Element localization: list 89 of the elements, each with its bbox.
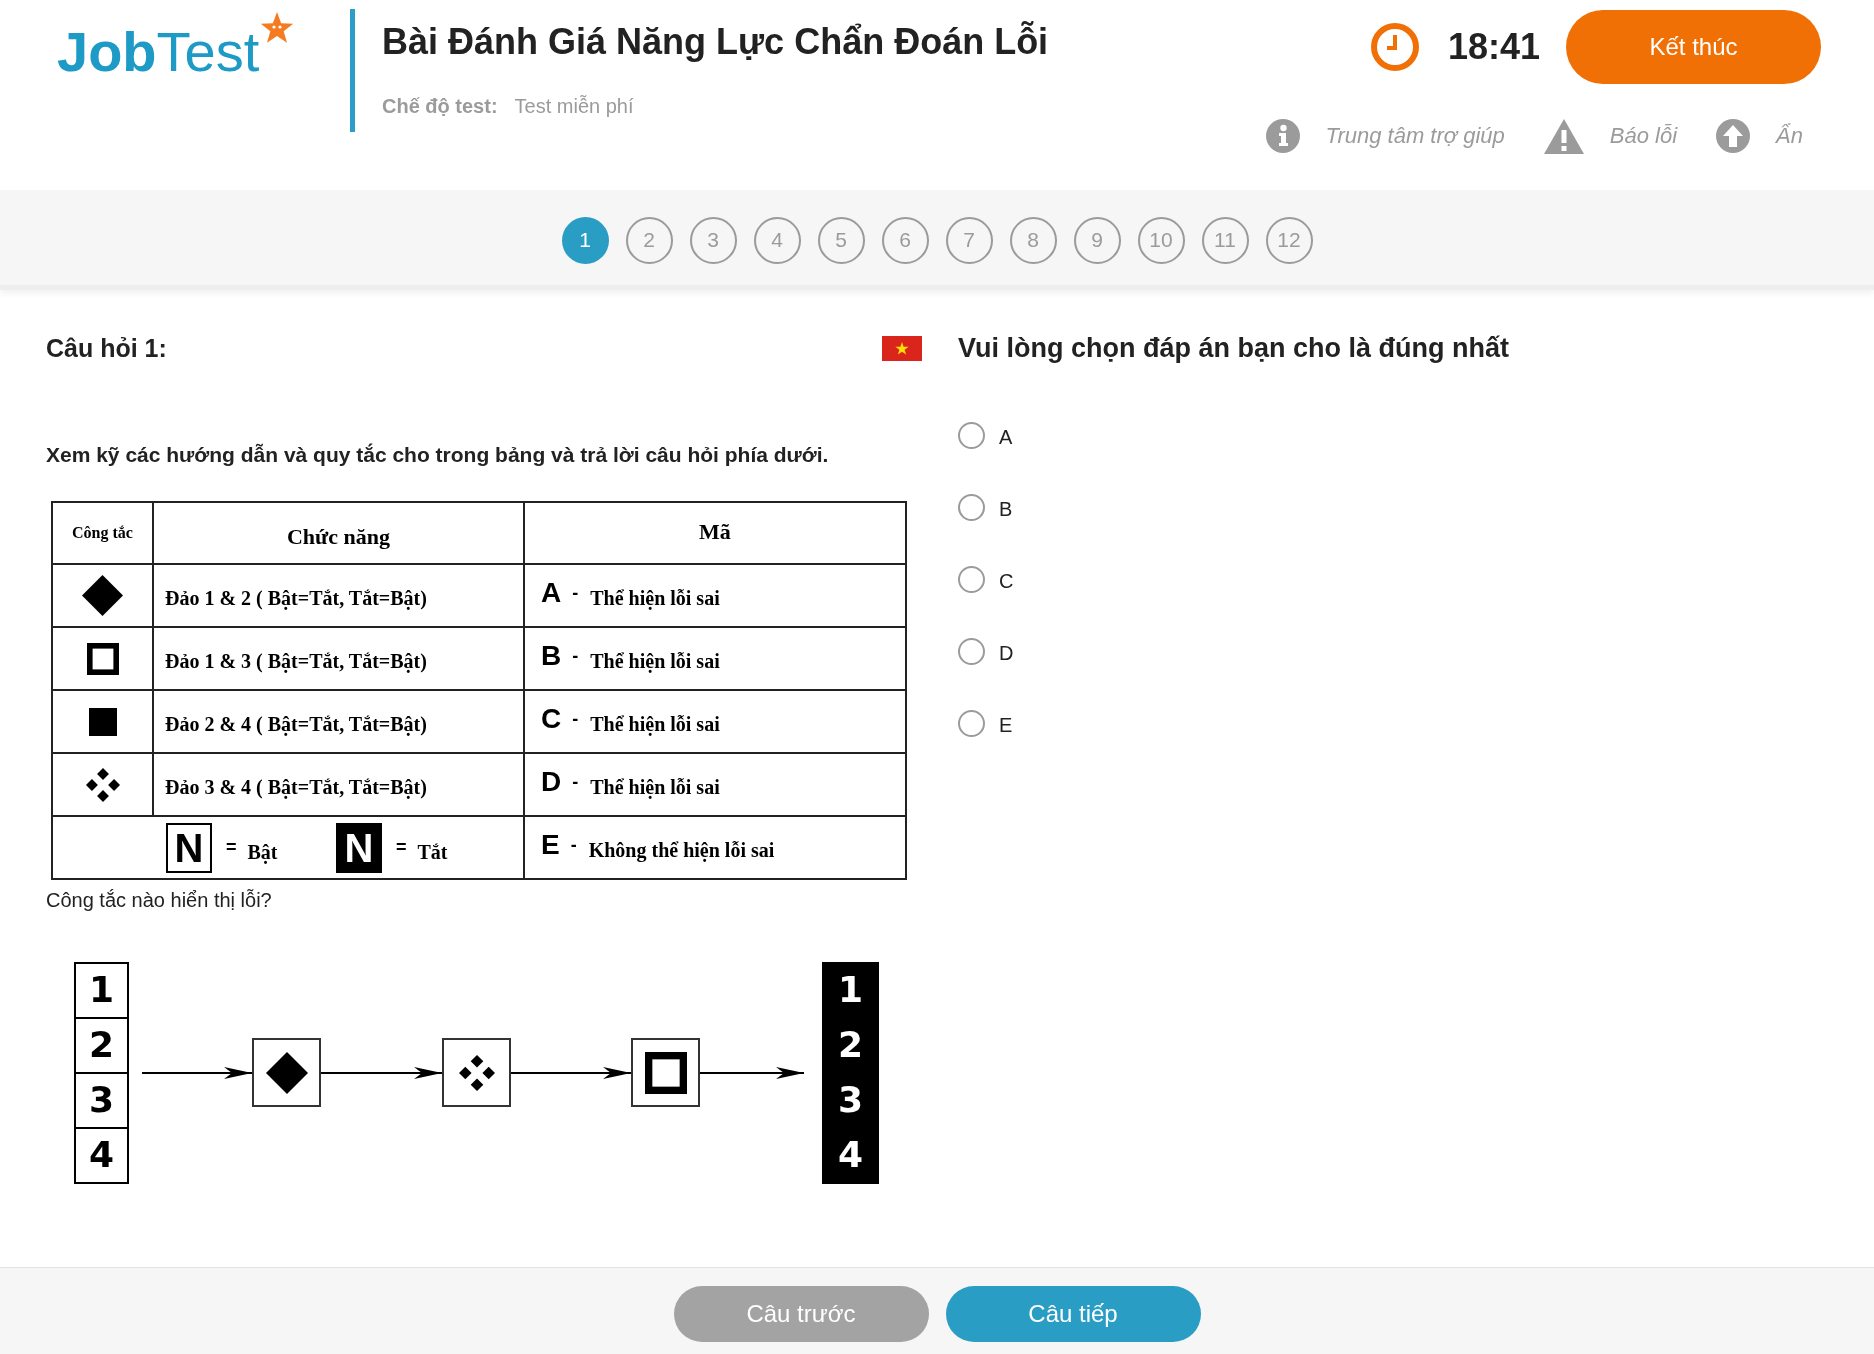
question-number-button[interactable]: 8: [1009, 216, 1057, 264]
question-heading: Câu hỏi 1:: [46, 333, 167, 363]
state-label: Bật: [247, 839, 278, 866]
mode-label: Chế độ test:: [382, 94, 498, 118]
flag-icon[interactable]: [882, 335, 922, 361]
square-outline-icon: [86, 642, 119, 675]
mode-value: Test miễn phí: [514, 94, 634, 118]
dash-text: -: [572, 771, 579, 792]
report-error-link[interactable]: Báo lỗi: [1543, 118, 1678, 154]
question-prompt: Công tắc nào hiển thị lỗi?: [46, 888, 273, 913]
four-diamonds-icon: [85, 767, 120, 802]
bit-cell: 2: [74, 1016, 129, 1074]
equals-sign: =: [226, 836, 237, 859]
question-number-button[interactable]: 1: [561, 216, 609, 264]
help-center-link[interactable]: Trung tâm trợ giúp: [1265, 119, 1505, 153]
radio-button[interactable]: [958, 421, 985, 449]
radio-button[interactable]: [958, 565, 985, 593]
option-label[interactable]: B: [999, 496, 1013, 521]
bit-cell: 4: [74, 1126, 129, 1184]
table-cell: Đảo 3 & 4 ( Bật=Tắt, Tắt=Bật): [153, 753, 524, 816]
column-header: Mã: [524, 502, 906, 564]
option-label[interactable]: E: [999, 712, 1013, 737]
switch-state-box: N: [166, 822, 212, 873]
equals-sign: =: [396, 836, 407, 859]
square-outline-icon: [644, 1051, 687, 1094]
column-header: Chức năng: [153, 502, 524, 564]
code-meaning: Thể hiện lỗi sai: [590, 711, 720, 736]
dash-text: -: [570, 834, 577, 855]
table-cell: Đảo 2 & 4 ( Bật=Tắt, Tắt=Bật): [153, 690, 524, 753]
dash-text: -: [572, 582, 579, 603]
clock-icon: [1370, 23, 1419, 71]
answer-heading: Vui lòng chọn đáp án bạn cho là đúng nhất: [958, 332, 1509, 365]
code-meaning: Không thể hiện lỗi sai: [588, 837, 775, 862]
column-header: Công tắc: [52, 502, 153, 564]
finish-button[interactable]: Kết thúc: [1566, 10, 1821, 84]
radio-button[interactable]: [958, 493, 985, 521]
dash-text: -: [572, 645, 579, 666]
warning-icon: [1543, 118, 1584, 154]
star-icon: [260, 12, 294, 43]
diamond-icon: [82, 575, 123, 616]
switch-state-box: N: [336, 822, 382, 873]
question-number-button[interactable]: 3: [689, 216, 737, 264]
code-meaning: Thể hiện lỗi sai: [590, 585, 720, 610]
arrow-icon: [321, 1064, 442, 1081]
arrow-icon: [700, 1064, 804, 1081]
code-letter: B: [541, 640, 562, 671]
instruction-text: Xem kỹ các hướng dẫn và quy tắc cho trong bảng và trả lời câu hỏi phía dưới.: [46, 442, 830, 468]
state-label: Tắt: [417, 839, 448, 865]
timer-text: 18:41: [1447, 27, 1540, 67]
hide-link[interactable]: Ẩn: [1716, 119, 1803, 153]
code-meaning: Thể hiện lỗi sai: [590, 774, 720, 799]
question-number-button[interactable]: 10: [1137, 216, 1185, 264]
question-number-button[interactable]: 12: [1265, 216, 1313, 264]
option-label[interactable]: A: [999, 424, 1013, 449]
question-number-button[interactable]: 4: [753, 216, 801, 264]
code-letter: E: [541, 829, 560, 860]
code-letter: A: [541, 577, 562, 608]
logo-text[interactable]: JobTest: [57, 24, 260, 80]
table-cell: Đảo 1 & 2 ( Bật=Tắt, Tắt=Bật): [153, 564, 524, 627]
test-title: Bài Đánh Giá Năng Lực Chẩn Đoán Lỗi: [382, 20, 1049, 64]
code-letter: D: [541, 766, 562, 797]
bit-cell: 2: [822, 1016, 879, 1074]
code-letter: C: [541, 703, 562, 734]
info-icon: [1265, 119, 1300, 153]
arrow-icon: [511, 1064, 631, 1081]
bit-cell: 3: [74, 1071, 129, 1129]
option-label[interactable]: C: [999, 568, 1014, 593]
option-label[interactable]: D: [999, 640, 1014, 665]
code-meaning: Thể hiện lỗi sai: [590, 648, 720, 673]
arrow-icon: [142, 1064, 252, 1081]
question-number-button[interactable]: 11: [1201, 216, 1249, 264]
question-number-button[interactable]: 6: [881, 216, 929, 264]
question-number-button[interactable]: 2: [625, 216, 673, 264]
next-button[interactable]: Câu tiếp: [945, 1286, 1201, 1342]
dash-text: -: [572, 708, 579, 729]
bit-cell: 4: [822, 1126, 879, 1184]
question-number-button[interactable]: 5: [817, 216, 865, 264]
diamond-icon: [265, 1051, 308, 1094]
table-cell: Đảo 1 & 3 ( Bật=Tắt, Tắt=Bật): [153, 627, 524, 690]
arrow-up-circle-icon: [1716, 119, 1751, 153]
bit-cell: 1: [822, 961, 879, 1019]
radio-button[interactable]: [958, 637, 985, 665]
radio-button[interactable]: [958, 709, 985, 737]
four-diamonds-icon: [458, 1054, 495, 1091]
square-icon: [88, 707, 117, 736]
question-number-button[interactable]: 9: [1073, 216, 1121, 264]
bit-cell: 1: [74, 961, 129, 1019]
bit-cell: 3: [822, 1071, 879, 1129]
question-number-button[interactable]: 7: [945, 216, 993, 264]
